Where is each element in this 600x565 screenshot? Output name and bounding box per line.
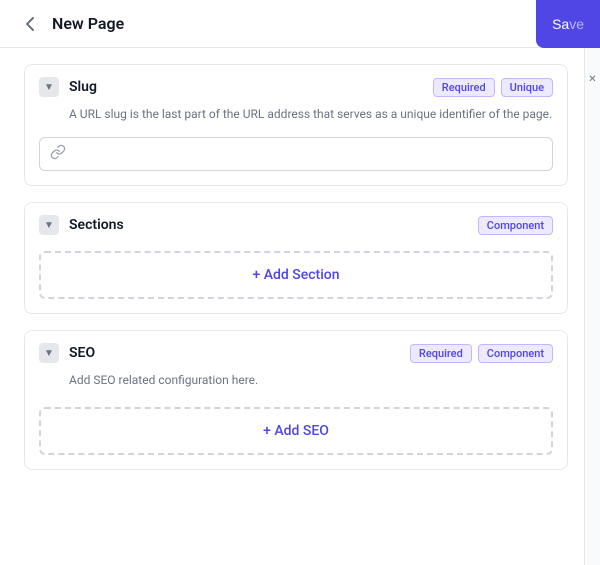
slug-field-card: ▼ Slug Required Unique A URL slug is the… bbox=[24, 64, 568, 186]
slug-field-name: Slug bbox=[69, 79, 433, 95]
seo-required-badge: Required bbox=[410, 344, 472, 363]
seo-field-header: ▼ SEO Required Component bbox=[25, 331, 567, 371]
seo-component-badge: Component bbox=[478, 344, 553, 363]
component-badge: Component bbox=[478, 216, 553, 235]
required-badge: Required bbox=[433, 78, 495, 97]
slug-input[interactable] bbox=[74, 146, 542, 162]
seo-description: Add SEO related configuration here. bbox=[25, 371, 567, 399]
save-button[interactable]: Save bbox=[536, 0, 600, 48]
fields-panel: ▼ Slug Required Unique A URL slug is the… bbox=[16, 48, 584, 565]
right-close-button[interactable]: ✕ bbox=[586, 72, 600, 86]
right-panel-toggle: ✕ bbox=[584, 48, 600, 565]
seo-field-name: SEO bbox=[69, 345, 410, 361]
slug-collapse-button[interactable]: ▼ bbox=[39, 77, 59, 97]
main-content: ▼ Slug Required Unique A URL slug is the… bbox=[0, 48, 600, 565]
sections-badges: Component bbox=[478, 216, 553, 235]
unique-badge: Unique bbox=[501, 78, 553, 97]
sections-field-name: Sections bbox=[69, 217, 478, 233]
add-section-label: + Add Section bbox=[252, 267, 339, 283]
add-seo-label: + Add SEO bbox=[263, 423, 329, 439]
add-section-button[interactable]: + Add Section bbox=[39, 251, 553, 299]
seo-collapse-button[interactable]: ▼ bbox=[39, 343, 59, 363]
page-title: New Page bbox=[52, 14, 584, 33]
seo-badges: Required Component bbox=[410, 344, 553, 363]
sections-collapse-button[interactable]: ▼ bbox=[39, 215, 59, 235]
slug-badges: Required Unique bbox=[433, 78, 553, 97]
add-seo-button[interactable]: + Add SEO bbox=[39, 407, 553, 455]
left-sidebar-toggle bbox=[0, 48, 16, 565]
slug-description: A URL slug is the last part of the URL a… bbox=[25, 105, 567, 133]
link-icon bbox=[50, 144, 66, 164]
page-header: New Page Save bbox=[0, 0, 600, 48]
back-button[interactable] bbox=[16, 10, 44, 38]
slug-field-header: ▼ Slug Required Unique bbox=[25, 65, 567, 105]
slug-input-area bbox=[25, 133, 567, 185]
slug-input-wrapper bbox=[39, 137, 553, 171]
sections-field-card: ▼ Sections Component + Add Section bbox=[24, 202, 568, 314]
sections-field-header: ▼ Sections Component bbox=[25, 203, 567, 243]
seo-field-card: ▼ SEO Required Component Add SEO related… bbox=[24, 330, 568, 470]
